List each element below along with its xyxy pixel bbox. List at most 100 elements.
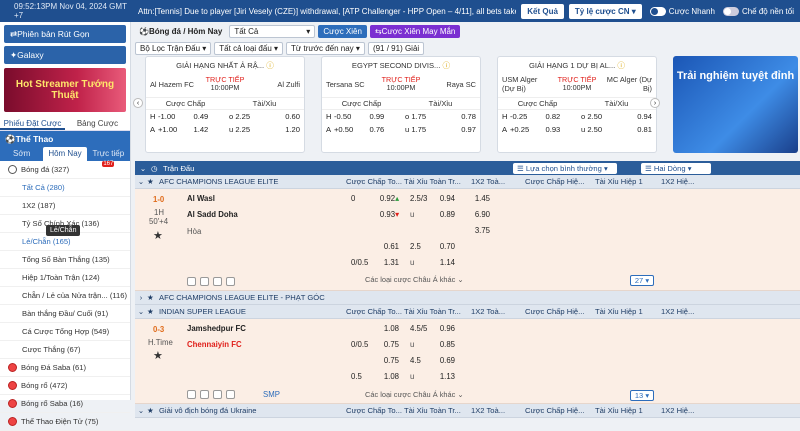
promo-banner[interactable]: Trải nghiệm tuyệt đỉnh [673,56,798,153]
sports-header[interactable]: ⚽ Thể Thao [0,131,130,147]
expand-chevron-icon[interactable]: › [135,293,147,302]
animation-icon[interactable] [226,277,235,286]
sidebar-item[interactable]: Thể Thao Điện Tử (75) [0,413,130,431]
announcement-ticker[interactable]: Attn:[Tennis] Due to player [Jiri Vesely… [138,7,516,16]
sidebar-item[interactable]: Cá Cược Tổng Hợp (549) [0,323,130,341]
sidebar-item[interactable]: Tất Cả (280) [0,179,130,197]
card-hdp-odds[interactable]: 0.93 [546,125,582,134]
smp-link[interactable]: SMP [263,390,280,399]
star-icon[interactable]: ★ [147,293,159,302]
card-hdp-odds[interactable]: 1.42 [194,125,230,134]
star-icon[interactable]: ★ [147,406,159,415]
parlay-button[interactable]: Cược Xiên [318,25,367,38]
ou2-odds-over[interactable]: 0.69 [407,354,459,367]
match-filter-select[interactable]: Bộ Lọc Trận Đấu ▾ [135,42,212,55]
sidebar-item[interactable]: Chẵn / Lẻ của Nửa trận... (116) [0,287,130,305]
info-icon[interactable]: ⓘ [443,61,451,70]
sort-select[interactable]: Từ trước đến nay ▾ [286,42,365,55]
card-hdp-odds[interactable]: 0.76 [370,125,406,134]
next-arrow-icon[interactable]: › [650,98,660,108]
sidebar-item[interactable]: 1X2 (187) [0,197,130,215]
star-icon[interactable]: ★ [147,307,159,316]
quick-bet-toggle[interactable]: Cược Nhanh [649,6,715,16]
more-bets-count[interactable]: 13 ▾ [630,390,654,401]
tab-bet-list[interactable]: Bảng Cược [65,115,130,130]
tab-bet-slip[interactable]: Phiếu Đặt Cược [0,115,65,130]
tab-live[interactable]: Trực tiếp 167 [87,147,130,167]
tab-today[interactable]: Hôm Nay [43,147,87,161]
card-ou-odds[interactable]: 0.97 [441,125,476,134]
collapse-chevron-icon[interactable]: ⌄ [135,177,147,186]
hdp-odds-away[interactable]: 0.75 [349,338,403,351]
odds-type-select[interactable]: Tỷ lệ cược CN ▾ [568,3,642,19]
star-icon[interactable]: ★ [147,177,159,186]
lines-select[interactable]: ☰ Hai Dòng ▾ [641,162,711,174]
lucky-parlay-button[interactable]: ⇆ Cược Xiên May Mắn [369,25,461,38]
sidebar-item[interactable]: Hiệp 1/Toàn Trận (124) [0,269,130,287]
sidebar-item[interactable]: Bóng Đá Saba (61) [0,359,130,377]
card-hdp-odds[interactable]: 0.99 [370,112,406,121]
1x2-draw-odds[interactable]: 3.75 [468,224,494,237]
card-ou-odds[interactable]: 0.81 [617,125,652,134]
hdp2-odds-away[interactable]: 1.08 [349,370,403,383]
bet-type-select[interactable]: Tất cả loại đấu ▾ [214,42,284,55]
live-stream-icon[interactable] [187,277,196,286]
league-count[interactable]: (91 / 91) Giải [367,42,425,55]
favorite-star-icon[interactable]: ★ [153,349,163,362]
collapse-chevron-icon[interactable]: ⌄ [135,307,147,316]
results-button[interactable]: Kết Quả [521,3,564,19]
more-asian-bets-link[interactable]: Các loại cược Châu Á khác ⌄ [365,275,464,284]
stats-icon[interactable] [200,390,209,399]
league-header[interactable]: ⌄ ★ Giải vô địch bóng đá Ukraine Cược Ch… [135,404,800,418]
sidebar-item[interactable]: Tổng Số Bàn Thắng (135) [0,251,130,269]
ou2-odds-under[interactable]: 1.13 [407,370,459,383]
dark-mode-toggle[interactable]: Chế độ nền tối [722,6,794,16]
galaxy-button[interactable]: ✦ Galaxy [4,46,126,64]
collapse-chevron-icon[interactable]: ⌄ [135,406,147,415]
live-stream-icon[interactable] [187,390,196,399]
more-asian-bets-link[interactable]: Các loại cược Châu Á khác ⌄ [365,390,464,399]
sidebar-item[interactable]: Bóng rổ Saba (16) [0,395,130,413]
card-ou-odds[interactable]: 0.78 [441,112,476,121]
favorite-star-icon[interactable]: ★ [153,229,163,242]
hdp2-odds-away[interactable]: 1.31 [349,256,403,269]
view-mode-select[interactable]: ☰ Lựa chọn bình thường ▾ [513,162,617,174]
league-header[interactable]: ⌄ ★ AFC CHAMPIONS LEAGUE ELITE Cược Chấp… [135,175,800,189]
ou2-odds-over[interactable]: 0.70 [407,240,459,253]
card-hdp-odds[interactable]: 0.49 [194,112,230,121]
ou2-odds-under[interactable]: 1.14 [407,256,459,269]
ou-odds-over[interactable]: 0.96 [407,322,459,335]
ou-odds-over[interactable]: 0.94 [407,192,459,205]
prev-arrow-icon[interactable]: ‹ [133,98,143,108]
card-hdp-odds[interactable]: 0.82 [546,112,582,121]
more-bets-count[interactable]: 27 ▾ [630,275,654,286]
stats-icon[interactable] [200,277,209,286]
match-card[interactable]: EGYPT SECOND DIVIS... ⓘ Tersana SC TRỰC TI… [321,56,481,153]
hdp-odds-home[interactable]: 1.08 [349,322,403,335]
match-card[interactable]: GIẢI HẠNG NHẤT Ả RẬ... ⓘ Al Hazem FC TRỰC … [145,56,305,153]
hot-streamer-banner[interactable]: Hot Streamer Tướng Thuật [4,68,126,112]
card-ou-odds[interactable]: 1.20 [265,125,300,134]
league-header[interactable]: › ★ AFC CHAMPIONS LEAGUE ELITE - PHẠT GÓ… [135,291,800,305]
card-ou-odds[interactable]: 0.94 [617,112,652,121]
sidebar-item[interactable]: Bàn thắng Đầu/ Cuối (91) [0,305,130,323]
hdp2-odds-home[interactable]: 0.75 [349,354,403,367]
info-icon[interactable]: ⓘ [617,61,625,70]
collapse-icon[interactable]: ⌄ [135,164,151,173]
card-ou-odds[interactable]: 0.60 [265,112,300,121]
info-icon[interactable]: ⓘ [266,61,274,70]
league-header[interactable]: ⌄ ★ INDIAN SUPER LEAGUE Cược Chấp To... … [135,305,800,319]
animation-icon[interactable] [226,390,235,399]
sidebar-item[interactable]: Bóng rổ (472) [0,377,130,395]
match-card[interactable]: GIẢI HẠNG 1 DỰ BỊ AL... ⓘ USM Alger (Dự B… [497,56,657,153]
1x2-away-odds[interactable]: 6.90 [468,208,494,221]
hdp-odds-away[interactable]: 0.93 ▾ [349,208,403,221]
scoreboard-icon[interactable] [213,277,222,286]
ou-odds-under[interactable]: 0.85 [407,338,459,351]
market-select[interactable]: Tất Cả ▾ [229,25,316,38]
scoreboard-icon[interactable] [213,390,222,399]
tab-early[interactable]: Sớm [0,147,43,161]
hdp-odds-home[interactable]: 0.92 ▴ [349,192,403,205]
1x2-home-odds[interactable]: 1.45 [468,192,494,205]
compact-version-button[interactable]: ⇄ Phiên bản Rút Gọn [4,25,126,43]
